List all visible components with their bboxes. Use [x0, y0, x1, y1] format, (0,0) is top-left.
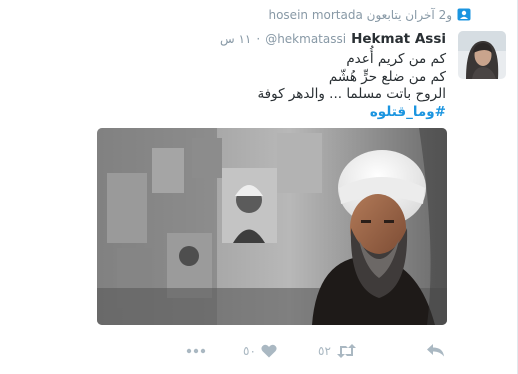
like-button[interactable]: ٥٠: [243, 344, 277, 358]
like-count: ٥٠: [243, 344, 256, 358]
social-context[interactable]: و2 آخران يتابعون hosein mortada: [268, 8, 452, 22]
tweet-timestamp[interactable]: ١١ س: [220, 32, 251, 46]
user-handle[interactable]: @hekmatassi: [265, 32, 346, 46]
retweet-icon: [336, 344, 356, 358]
reply-button[interactable]: [427, 344, 445, 357]
tweet-line: كم من كريم أُعدم: [346, 51, 446, 67]
avatar[interactable]: [458, 31, 506, 79]
tweet-photo[interactable]: [97, 128, 447, 325]
reply-icon: [427, 344, 444, 357]
hashtag-link[interactable]: #وما_قتلوه: [86, 104, 446, 122]
tweet-line: الروح باتت مسلما ... والدهر كوفة: [257, 86, 446, 102]
more-button[interactable]: [186, 348, 206, 354]
person-follow-icon: [457, 8, 471, 21]
tweet-line: كم من ضلع حرٍّ هُشّم: [328, 68, 446, 85]
heart-icon: [261, 344, 277, 358]
header-separator: ·: [256, 32, 261, 46]
user-fullname[interactable]: Hekmat Assi: [351, 31, 446, 47]
tweet-text: كم من كريم أُعدم كم من ضلع حرٍّ هُشّم ال…: [86, 51, 446, 121]
retweet-button[interactable]: ٥٢: [318, 344, 357, 358]
tweet-header: ١١ س · @hekmatassi Hekmat Assi: [220, 31, 446, 47]
social-context-rest: و2 آخران يتابعون: [366, 8, 452, 22]
tweet-actions: ٥٠ ٥٢: [0, 344, 518, 366]
more-icon: [186, 348, 206, 354]
social-context-names[interactable]: hosein mortada: [268, 8, 362, 22]
retweet-count: ٥٢: [318, 344, 331, 358]
